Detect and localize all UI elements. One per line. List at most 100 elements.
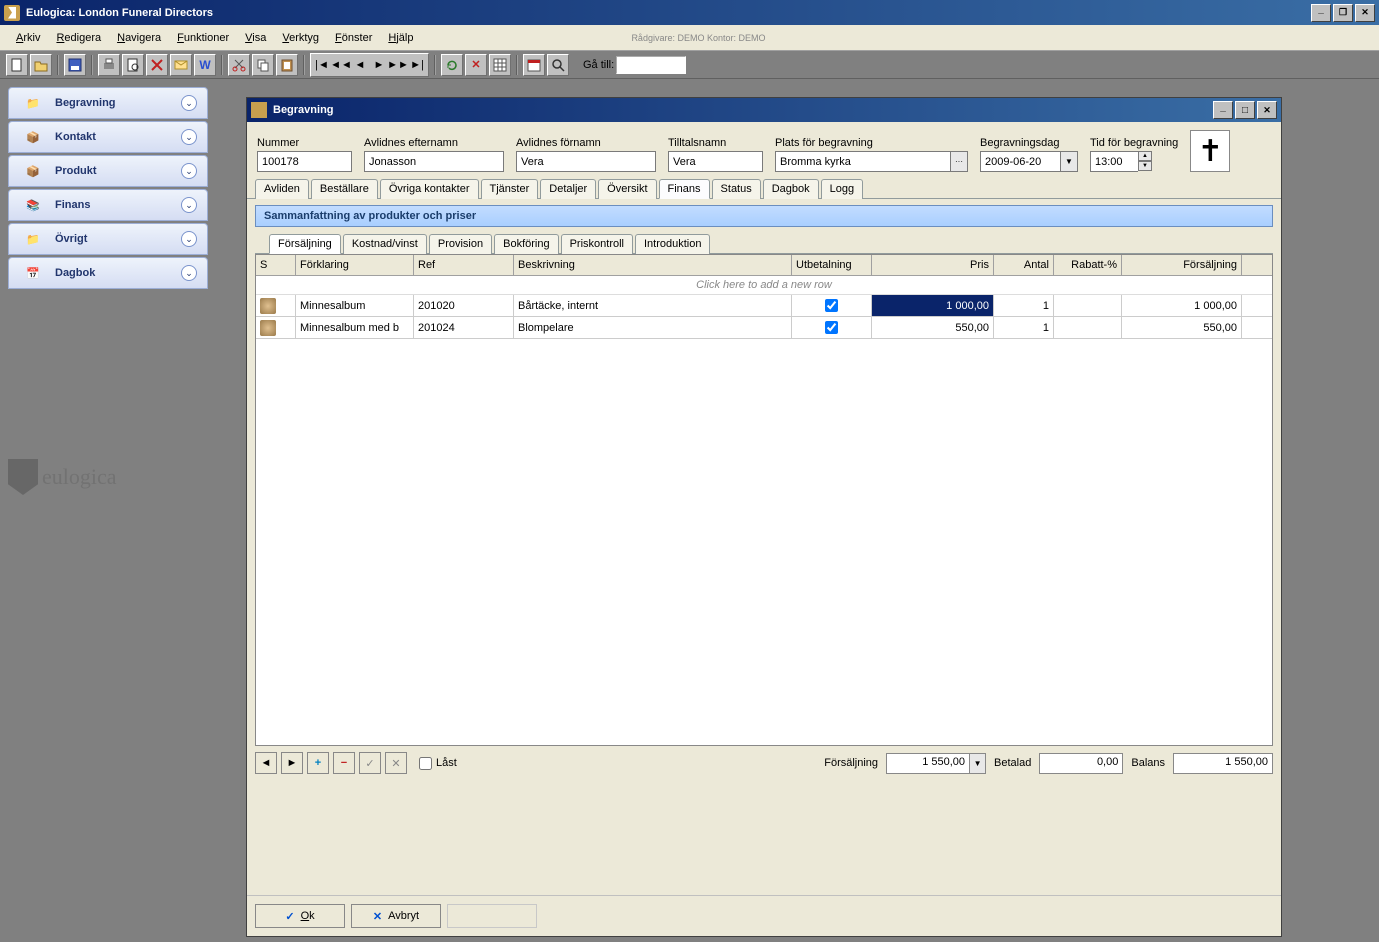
tab-översikt[interactable]: Översikt bbox=[598, 179, 656, 199]
grid-prev-button[interactable]: ◄ bbox=[255, 752, 277, 774]
efternamn-input[interactable] bbox=[364, 151, 504, 172]
menu-arkiv[interactable]: Arkiv bbox=[8, 29, 48, 47]
col-försäljning[interactable]: Försäljning bbox=[1122, 255, 1242, 275]
add-row-hint[interactable]: Click here to add a new row bbox=[256, 276, 1272, 295]
nav-next-page-icon[interactable]: ►► bbox=[389, 56, 407, 74]
subtab-bokföring[interactable]: Bokföring bbox=[494, 234, 558, 254]
sidebar-item-produkt[interactable]: 📦Produkt⌄ bbox=[8, 155, 208, 187]
sidebar-icon: 📁 bbox=[19, 92, 47, 114]
tab-finans[interactable]: Finans bbox=[659, 179, 710, 199]
sidebar-item-begravning[interactable]: 📁Begravning⌄ bbox=[8, 87, 208, 119]
table-row[interactable]: Minnesalbum med b201024Blompelare550,001… bbox=[256, 317, 1272, 339]
locked-checkbox[interactable]: Låst bbox=[419, 757, 457, 770]
plats-input[interactable] bbox=[775, 151, 950, 172]
minimize-button[interactable] bbox=[1311, 4, 1331, 22]
col-rabatt-%[interactable]: Rabatt-% bbox=[1054, 255, 1122, 275]
table-row[interactable]: Minnesalbum201020Bårtäcke, internt1 000,… bbox=[256, 295, 1272, 317]
open-icon[interactable] bbox=[30, 54, 52, 76]
subtab-priskontroll[interactable]: Priskontroll bbox=[561, 234, 633, 254]
subtab-provision[interactable]: Provision bbox=[429, 234, 492, 254]
grid-cancel-button[interactable]: ✕ bbox=[385, 752, 407, 774]
col-s[interactable]: S bbox=[256, 255, 296, 275]
brand-logo: eulogica bbox=[8, 459, 208, 495]
nav-prev-icon[interactable]: ◄ bbox=[351, 56, 369, 74]
grid-add-button[interactable]: + bbox=[307, 752, 329, 774]
preview-icon[interactable] bbox=[122, 54, 144, 76]
nav-next-icon[interactable]: ► bbox=[370, 56, 388, 74]
menu-verktyg[interactable]: Verktyg bbox=[274, 29, 327, 47]
grid-next-button[interactable]: ► bbox=[281, 752, 303, 774]
new-icon[interactable] bbox=[6, 54, 28, 76]
subtab-introduktion[interactable]: Introduktion bbox=[635, 234, 710, 254]
sidebar-item-övrigt[interactable]: 📁Övrigt⌄ bbox=[8, 223, 208, 255]
tid-input[interactable] bbox=[1090, 151, 1138, 172]
print-icon[interactable] bbox=[98, 54, 120, 76]
header-form: Nummer Avlidnes efternamn Avlidnes förna… bbox=[247, 122, 1281, 176]
nav-prev-page-icon[interactable]: ◄◄ bbox=[332, 56, 350, 74]
tab-beställare[interactable]: Beställare bbox=[311, 179, 378, 199]
tab-avliden[interactable]: Avliden bbox=[255, 179, 309, 199]
tab-detaljer[interactable]: Detaljer bbox=[540, 179, 596, 199]
cancel-button[interactable]: ✕ Avbryt bbox=[351, 904, 441, 928]
nav-first-icon[interactable]: |◄ bbox=[313, 56, 331, 74]
sum-dropdown-button[interactable]: ▼ bbox=[970, 753, 986, 774]
sidebar-item-kontakt[interactable]: 📦Kontakt⌄ bbox=[8, 121, 208, 153]
window-close-button[interactable] bbox=[1257, 101, 1277, 119]
tid-down-button[interactable]: ▼ bbox=[1138, 161, 1152, 171]
chevron-down-icon: ⌄ bbox=[181, 129, 197, 145]
col-utbetalning[interactable]: Utbetalning bbox=[792, 255, 872, 275]
col-ref[interactable]: Ref bbox=[414, 255, 514, 275]
tid-up-button[interactable]: ▲ bbox=[1138, 151, 1152, 161]
ok-button[interactable]: ✓ Ok bbox=[255, 904, 345, 928]
grid-icon[interactable] bbox=[489, 54, 511, 76]
tab-tjänster[interactable]: Tjänster bbox=[481, 179, 539, 199]
fornamn-input[interactable] bbox=[516, 151, 656, 172]
tab-dagbok[interactable]: Dagbok bbox=[763, 179, 819, 199]
menu-hjälp[interactable]: Hjälp bbox=[380, 29, 421, 47]
word-icon[interactable]: W bbox=[194, 54, 216, 76]
col-antal[interactable]: Antal bbox=[994, 255, 1054, 275]
col-pris[interactable]: Pris bbox=[872, 255, 994, 275]
paste-icon[interactable] bbox=[276, 54, 298, 76]
goto-input[interactable] bbox=[616, 56, 686, 74]
utbetalning-checkbox[interactable] bbox=[825, 321, 838, 334]
window-minimize-button[interactable] bbox=[1213, 101, 1233, 119]
subtab-kostnad/vinst[interactable]: Kostnad/vinst bbox=[343, 234, 427, 254]
window-maximize-button[interactable] bbox=[1235, 101, 1255, 119]
grid-remove-button[interactable]: − bbox=[333, 752, 355, 774]
cancel-icon[interactable]: ✕ bbox=[465, 54, 487, 76]
cut-icon[interactable] bbox=[228, 54, 250, 76]
col-förklaring[interactable]: Förklaring bbox=[296, 255, 414, 275]
menu-navigera[interactable]: Navigera bbox=[109, 29, 169, 47]
calendar-icon[interactable] bbox=[523, 54, 545, 76]
dialog-buttons: ✓ Ok ✕ Avbryt bbox=[247, 895, 1281, 936]
col-beskrivning[interactable]: Beskrivning bbox=[514, 255, 792, 275]
close-button[interactable] bbox=[1355, 4, 1375, 22]
menu-funktioner[interactable]: Funktioner bbox=[169, 29, 237, 47]
menu-redigera[interactable]: Redigera bbox=[48, 29, 109, 47]
mail-icon[interactable] bbox=[170, 54, 192, 76]
sidebar-icon: 📅 bbox=[19, 262, 47, 284]
tilltal-input[interactable] bbox=[668, 151, 763, 172]
dag-input[interactable] bbox=[980, 151, 1060, 172]
sidebar-item-dagbok[interactable]: 📅Dagbok⌄ bbox=[8, 257, 208, 289]
menu-fönster[interactable]: Fönster bbox=[327, 29, 380, 47]
tab-logg[interactable]: Logg bbox=[821, 179, 863, 199]
grid-commit-button[interactable]: ✓ bbox=[359, 752, 381, 774]
copy-icon[interactable] bbox=[252, 54, 274, 76]
tab-övriga kontakter[interactable]: Övriga kontakter bbox=[380, 179, 479, 199]
utbetalning-checkbox[interactable] bbox=[825, 299, 838, 312]
sidebar-item-finans[interactable]: 📚Finans⌄ bbox=[8, 189, 208, 221]
menu-visa[interactable]: Visa bbox=[237, 29, 274, 47]
restore-button[interactable] bbox=[1333, 4, 1353, 22]
plats-lookup-button[interactable]: ··· bbox=[950, 151, 968, 172]
dag-dropdown-button[interactable]: ▼ bbox=[1060, 151, 1078, 172]
nummer-input[interactable] bbox=[257, 151, 352, 172]
nav-last-icon[interactable]: ►| bbox=[408, 56, 426, 74]
delete-icon[interactable] bbox=[146, 54, 168, 76]
search-icon[interactable] bbox=[547, 54, 569, 76]
refresh-icon[interactable] bbox=[441, 54, 463, 76]
tab-status[interactable]: Status bbox=[712, 179, 761, 199]
subtab-försäljning[interactable]: Försäljning bbox=[269, 234, 341, 254]
save-icon[interactable] bbox=[64, 54, 86, 76]
